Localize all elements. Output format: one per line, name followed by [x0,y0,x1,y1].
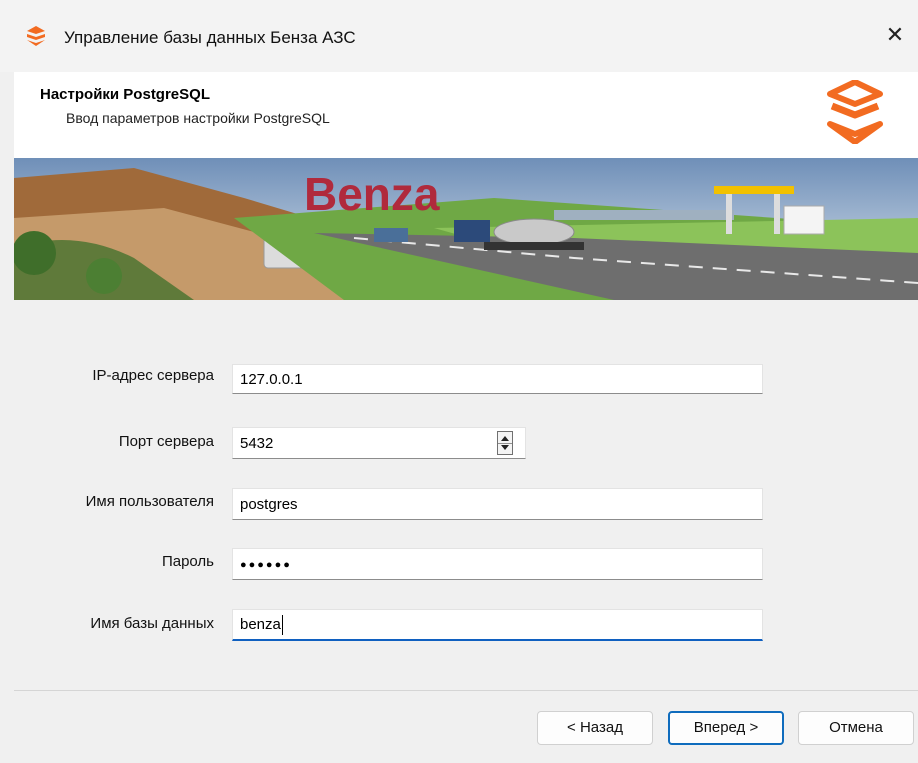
window-title: Управление базы данных Бенза АЗС [64,28,356,47]
spin-down-icon[interactable] [501,445,509,450]
cancel-button[interactable]: Отмена [798,711,914,745]
database-label: Имя базы данных [90,615,214,632]
server-port-label: Порт сервера [118,433,214,450]
text-caret [281,615,283,636]
wizard-footer: < Назад Вперед > Отмена [14,691,918,763]
username-input[interactable] [232,488,763,520]
close-button[interactable]: ✕ [872,18,918,52]
server-ip-label: IP-адрес сервера [92,367,214,384]
back-button[interactable]: < Назад [537,711,653,745]
page-subtitle: Ввод параметров настройки PostgreSQL [66,110,330,126]
spin-up-icon[interactable] [501,436,509,441]
wizard-header: Настройки PostgreSQL Ввод параметров нас… [14,72,918,159]
username-label: Имя пользователя [85,493,214,510]
banner-image: Benza [14,158,918,300]
page-title: Настройки PostgreSQL [40,86,210,103]
server-port-input[interactable] [232,427,526,459]
password-input[interactable]: ●●●●●● [232,548,763,580]
benza-logo-icon [827,80,883,144]
password-label: Пароль [161,553,214,570]
port-spin-buttons[interactable] [497,431,513,455]
database-input[interactable]: benza [232,609,763,641]
settings-form: IP-адрес сервера Порт сервера Имя пользо… [14,300,918,685]
database-value: benza [240,616,281,633]
benza-logo-icon [27,26,45,46]
title-bar: Управление базы данных Бенза АЗС ✕ [0,0,918,72]
server-ip-input[interactable] [232,364,763,394]
next-button[interactable]: Вперед > [668,711,784,745]
installer-window: Управление базы данных Бенза АЗС ✕ Настр… [0,0,918,763]
benza-brand-text: Benza [304,168,440,220]
